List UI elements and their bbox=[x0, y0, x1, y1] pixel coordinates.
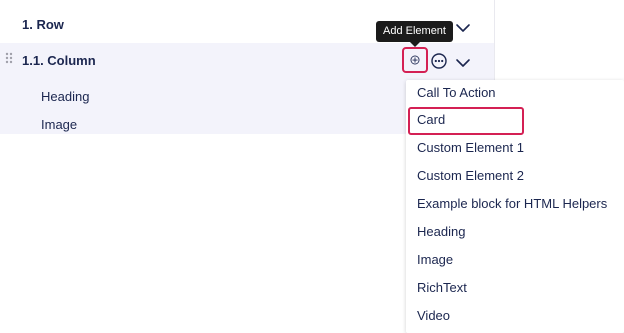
menu-item-custom-element-2[interactable]: Custom Element 2 bbox=[406, 163, 624, 189]
menu-item-call-to-action[interactable]: Call To Action bbox=[406, 80, 624, 106]
add-element-dropdown: Call To Action Card Custom Element 1 Cus… bbox=[406, 80, 624, 333]
tree-child-heading[interactable]: Heading bbox=[41, 89, 89, 104]
menu-item-custom-element-1[interactable]: Custom Element 1 bbox=[406, 135, 624, 161]
menu-item-example-block[interactable]: Example block for HTML Helpers bbox=[406, 191, 624, 217]
drag-handle-icon[interactable] bbox=[5, 52, 15, 66]
column-label: 1.1. Column bbox=[22, 53, 96, 68]
menu-item-card[interactable]: Card bbox=[406, 107, 624, 135]
add-element-button[interactable] bbox=[402, 47, 428, 73]
chevron-down-icon[interactable] bbox=[455, 58, 471, 68]
tooltip-arrow bbox=[410, 42, 420, 47]
menu-item-richtext[interactable]: RichText bbox=[406, 275, 624, 301]
row-label: 1. Row bbox=[22, 17, 64, 32]
chevron-down-icon[interactable] bbox=[455, 23, 471, 33]
ellipsis-circle-icon[interactable] bbox=[430, 52, 448, 70]
add-element-tooltip: Add Element bbox=[376, 21, 453, 42]
menu-item-heading[interactable]: Heading bbox=[406, 219, 624, 245]
menu-item-image[interactable]: Image bbox=[406, 247, 624, 273]
menu-item-video[interactable]: Video bbox=[406, 303, 624, 329]
plus-circle-icon bbox=[410, 55, 420, 65]
tree-child-image[interactable]: Image bbox=[41, 117, 77, 132]
page: 1. Row 1.1. Column Heading Image Add Ele… bbox=[0, 0, 624, 333]
